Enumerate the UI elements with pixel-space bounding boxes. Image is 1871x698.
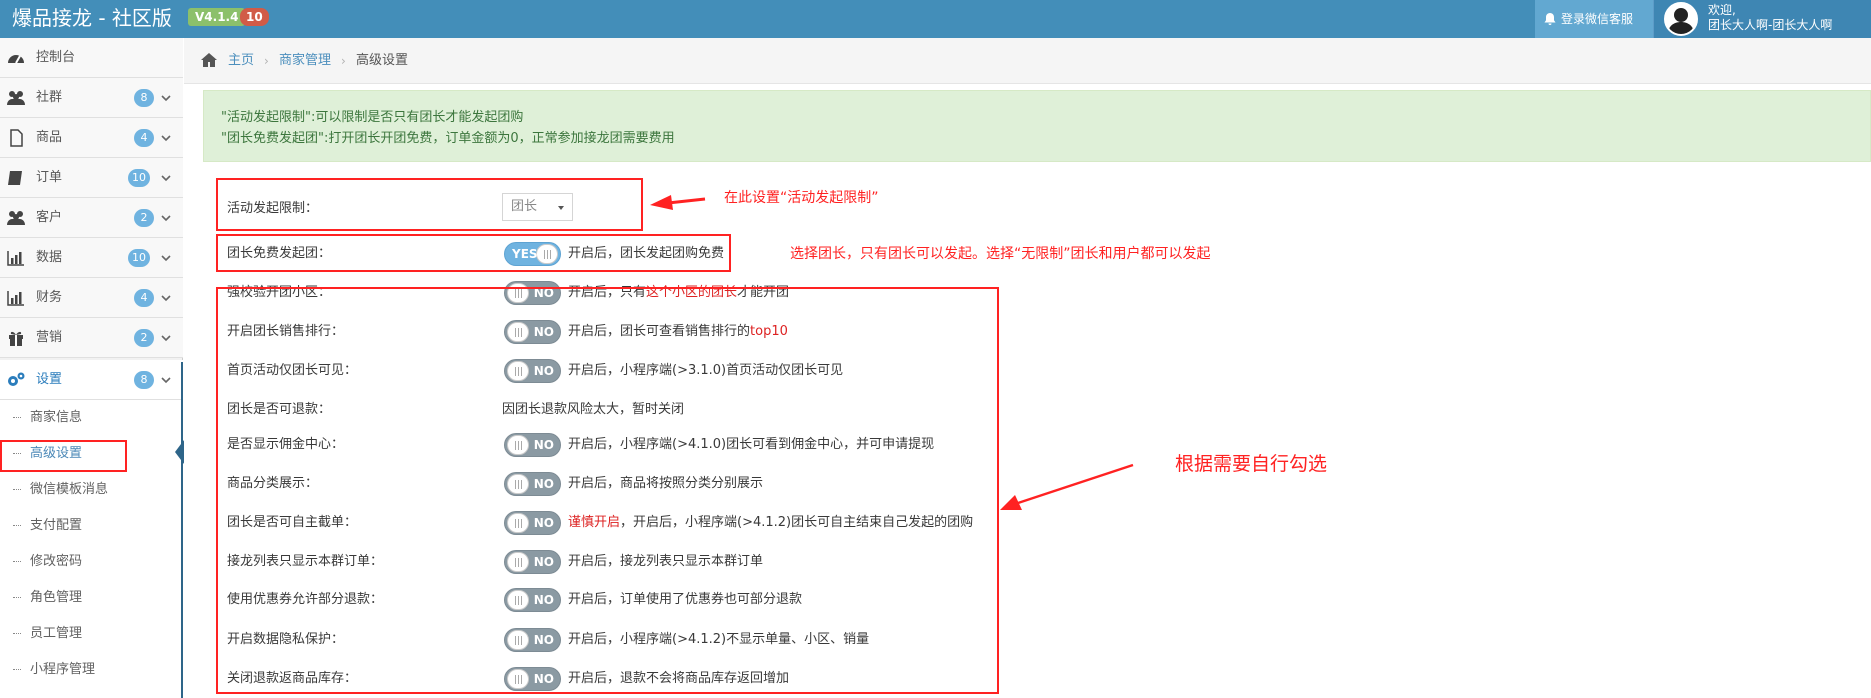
dash-icon xyxy=(13,561,21,562)
user-silhouette-icon xyxy=(1668,8,1694,34)
bell-icon xyxy=(1544,13,1556,25)
submenu-item-merchant-info[interactable]: 商家信息 xyxy=(0,400,183,436)
breadcrumb-separator-icon: › xyxy=(264,54,269,68)
submenu-item-change-password[interactable]: 修改密码 xyxy=(0,544,183,580)
sidebar: 控制台 社群 8 商品 4 订单 10 客户 2 数据 10 财务 4 营销 2… xyxy=(0,38,183,698)
breadcrumb-separator-icon: › xyxy=(341,54,346,68)
dash-icon xyxy=(13,669,21,670)
sidebar-item-settings[interactable]: 设置 8 xyxy=(0,360,183,400)
submenu-item-miniprogram-management[interactable]: 小程序管理 xyxy=(0,652,183,688)
sidebar-item-label: 社群 xyxy=(36,90,63,105)
annotation-text: 根据需要自行勾选 xyxy=(1175,453,1328,475)
breadcrumb-home-link[interactable]: 主页 xyxy=(228,38,254,84)
count-badge: 8 xyxy=(134,371,154,389)
submenu-item-label: 支付配置 xyxy=(30,518,83,533)
chevron-down-icon xyxy=(161,377,171,384)
arrow-icon xyxy=(1000,463,1134,510)
gift-icon xyxy=(9,331,23,346)
alert-line: "团长免费发起团":打开团长开团免费，订单金额为0，正常参加接龙团需要费用 xyxy=(221,131,675,146)
active-menu-bar xyxy=(181,362,183,698)
chevron-down-icon xyxy=(161,335,171,342)
count-badge: 4 xyxy=(134,129,154,147)
sidebar-item-dashboard[interactable]: 控制台 xyxy=(0,38,183,78)
sidebar-item-customers[interactable]: 客户 2 xyxy=(0,198,183,238)
sidebar-item-finance[interactable]: 财务 4 xyxy=(0,278,183,318)
count-badge: 2 xyxy=(134,329,154,347)
user-greeting: 欢迎, xyxy=(1708,3,1736,17)
chevron-down-icon xyxy=(161,295,171,302)
chevron-down-icon xyxy=(161,135,171,142)
user-menu[interactable]: 欢迎, 团长大人啊-团长大人啊 xyxy=(1653,0,1871,38)
count-badge: 2 xyxy=(134,209,154,227)
submenu-item-payment-config[interactable]: 支付配置 xyxy=(0,508,183,544)
count-badge: 8 xyxy=(134,89,154,107)
annotation-box-free-group xyxy=(216,234,731,272)
sidebar-item-products[interactable]: 商品 4 xyxy=(0,118,183,158)
breadcrumb-section-link[interactable]: 商家管理 xyxy=(279,38,331,84)
bar-chart-icon xyxy=(7,291,24,306)
top-navbar: 爆品接龙 - 社区版 V4.1.4 10 登录微信客服 欢迎, 团长大人啊-团长… xyxy=(0,0,1871,38)
submenu-item-label: 商家信息 xyxy=(30,410,83,425)
dash-icon xyxy=(13,597,21,598)
dashboard-icon xyxy=(8,55,24,64)
info-alert: "活动发起限制":可以限制是否只有团长才能发起团购 "团长免费发起团":打开团长… xyxy=(203,90,1871,162)
chevron-down-icon xyxy=(161,175,171,182)
submenu-item-label: 修改密码 xyxy=(30,554,83,569)
breadcrumb: 主页 › 商家管理 › 高级设置 xyxy=(184,38,1871,84)
cogs-icon xyxy=(8,372,25,386)
file-icon xyxy=(10,129,23,147)
sidebar-item-community[interactable]: 社群 8 xyxy=(0,78,183,118)
sidebar-item-label: 财务 xyxy=(36,290,63,305)
submenu-item-staff-management[interactable]: 员工管理 xyxy=(0,616,183,652)
sidebar-item-label: 控制台 xyxy=(36,50,76,65)
submenu-item-label: 微信模板消息 xyxy=(30,482,109,497)
active-item-arrow xyxy=(175,440,184,464)
sidebar-item-label: 数据 xyxy=(36,250,63,265)
sidebar-item-label: 营销 xyxy=(36,330,63,345)
book-icon xyxy=(8,171,22,185)
count-badge: 10 xyxy=(128,249,150,267)
annotation-text: 选择团长，只有团长可以发起。选择“无限制”团长和用户都可以发起 xyxy=(790,246,1211,262)
submenu-item-label: 员工管理 xyxy=(30,626,83,641)
wechat-service-login-button[interactable]: 登录微信客服 xyxy=(1535,0,1653,38)
chevron-down-icon xyxy=(161,95,171,102)
users-icon xyxy=(7,211,25,225)
dash-icon xyxy=(13,489,21,490)
version-badge: V4.1.4 xyxy=(188,8,246,26)
breadcrumb-current: 高级设置 xyxy=(356,53,409,68)
count-badge: 10 xyxy=(128,169,150,187)
count-badge: 4 xyxy=(134,289,154,307)
submenu-item-wechat-templates[interactable]: 微信模板消息 xyxy=(0,472,183,508)
home-icon[interactable] xyxy=(200,52,218,68)
sidebar-item-orders[interactable]: 订单 10 xyxy=(0,158,183,198)
dash-icon xyxy=(13,417,21,418)
user-name: 团长大人啊-团长大人啊 xyxy=(1708,18,1833,32)
bar-chart-icon xyxy=(7,251,24,266)
annotation-text: 在此设置“活动发起限制” xyxy=(724,190,879,206)
chevron-down-icon xyxy=(161,255,171,262)
submenu-item-label: 角色管理 xyxy=(30,590,83,605)
alert-line: "活动发起限制":可以限制是否只有团长才能发起团购 xyxy=(221,110,524,125)
sidebar-item-data[interactable]: 数据 10 xyxy=(0,238,183,278)
annotation-box-toggles xyxy=(216,287,999,694)
chevron-down-icon xyxy=(161,215,171,222)
submenu-item-label: 小程序管理 xyxy=(30,662,96,677)
version-count-badge: 10 xyxy=(240,8,269,26)
submenu-item-role-management[interactable]: 角色管理 xyxy=(0,580,183,616)
arrow-icon xyxy=(650,195,706,210)
dash-icon xyxy=(13,525,21,526)
annotation-box-advanced-settings xyxy=(0,440,127,472)
user-info: 欢迎, 团长大人啊-团长大人啊 xyxy=(1708,3,1832,33)
dash-icon xyxy=(13,633,21,634)
sidebar-item-label: 订单 xyxy=(36,170,63,185)
app-title[interactable]: 爆品接龙 - 社区版 xyxy=(12,4,172,32)
sidebar-item-label: 商品 xyxy=(36,130,63,145)
notice-label: 登录微信客服 xyxy=(1561,12,1634,26)
sidebar-item-marketing[interactable]: 营销 2 xyxy=(0,318,183,358)
sidebar-item-label: 设置 xyxy=(36,372,63,387)
users-icon xyxy=(7,91,25,105)
sidebar-item-label: 客户 xyxy=(36,210,63,225)
avatar xyxy=(1664,2,1698,36)
annotation-box-activity-limit xyxy=(216,178,643,231)
